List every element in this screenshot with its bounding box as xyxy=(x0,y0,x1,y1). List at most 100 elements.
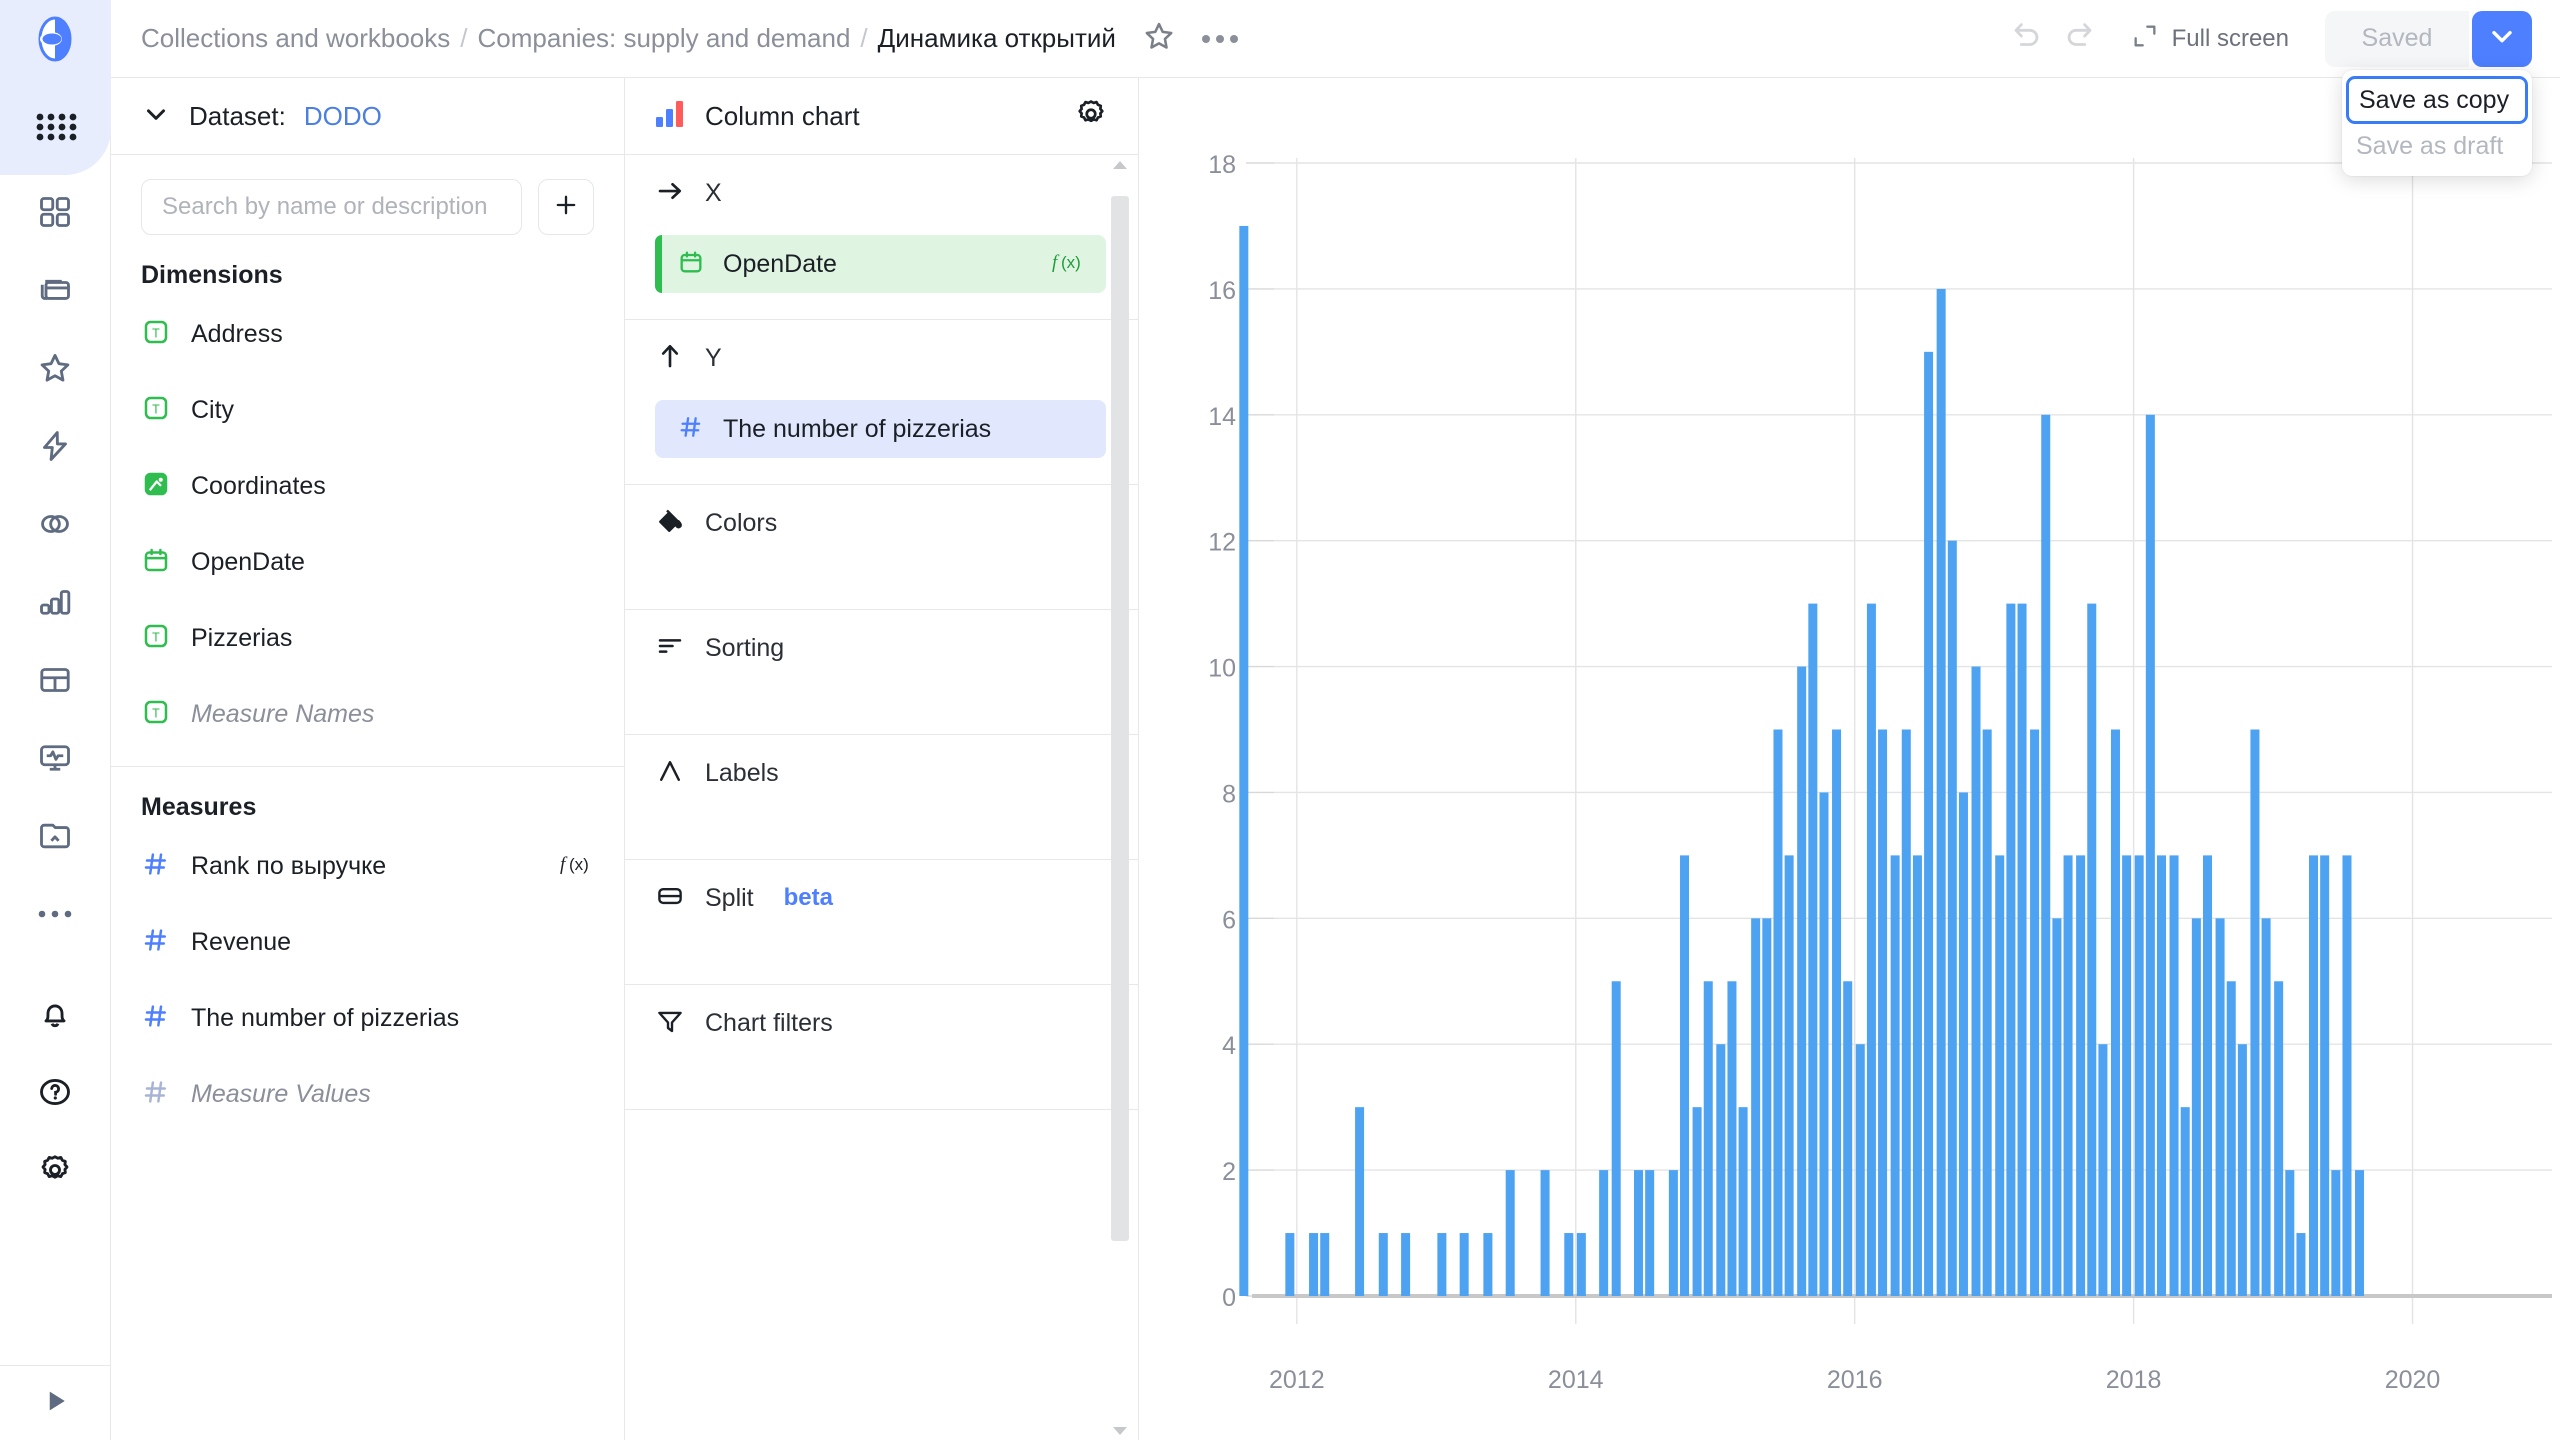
bar[interactable] xyxy=(1773,730,1782,1297)
scroll-down-arrow[interactable] xyxy=(1111,1422,1129,1440)
bar[interactable] xyxy=(2203,855,2212,1296)
viz-panel-scrollbar[interactable] xyxy=(1111,156,1129,1440)
bar[interactable] xyxy=(1506,1170,1515,1296)
favorite-star-button[interactable] xyxy=(1142,19,1176,58)
sidebar-item-collections[interactable] xyxy=(0,253,111,331)
bar[interactable] xyxy=(1239,226,1248,1296)
bar[interactable] xyxy=(1739,1107,1748,1296)
viz-section-header[interactable]: Labels xyxy=(625,735,1138,811)
bar[interactable] xyxy=(1983,730,1992,1297)
chart-type-label[interactable]: Column chart xyxy=(705,101,860,132)
bar[interactable] xyxy=(1819,792,1828,1296)
bar[interactable] xyxy=(2064,855,2073,1296)
list-item[interactable]: Rank по выручке f (x) xyxy=(111,828,624,904)
bar[interactable] xyxy=(2342,855,2351,1296)
bar[interactable] xyxy=(2157,855,2166,1296)
bar[interactable] xyxy=(2006,604,2015,1296)
bar[interactable] xyxy=(2087,604,2096,1296)
list-item[interactable]: T Address xyxy=(111,296,624,372)
bar[interactable] xyxy=(2076,855,2085,1296)
breadcrumb-item-collections[interactable]: Collections and workbooks xyxy=(141,23,450,54)
list-item[interactable]: T City xyxy=(111,372,624,448)
list-item[interactable]: The number of pizzerias xyxy=(111,980,624,1056)
undo-button[interactable] xyxy=(2001,13,2053,65)
viz-section-empty-dropzone[interactable] xyxy=(625,561,1138,609)
more-actions-button[interactable] xyxy=(1202,35,1238,43)
bar[interactable] xyxy=(2018,604,2027,1296)
bar[interactable] xyxy=(2285,1170,2294,1296)
bar[interactable] xyxy=(1285,1233,1294,1296)
sidebar-item-notifications[interactable] xyxy=(0,977,111,1055)
bar[interactable] xyxy=(2331,1170,2340,1296)
sidebar-item-datasets[interactable] xyxy=(0,487,111,565)
sidebar-item-help[interactable] xyxy=(0,1055,111,1133)
sidebar-item-favorites[interactable] xyxy=(0,331,111,409)
bar[interactable] xyxy=(1995,855,2004,1296)
bar[interactable] xyxy=(1541,1170,1550,1296)
bar[interactable] xyxy=(2238,1044,2247,1296)
bar[interactable] xyxy=(2216,918,2225,1296)
bar[interactable] xyxy=(1856,1044,1865,1296)
add-field-button[interactable] xyxy=(538,179,594,235)
bar[interactable] xyxy=(1843,981,1852,1296)
sidebar-item-uploads[interactable] xyxy=(0,799,111,877)
sidebar-item-settings[interactable] xyxy=(0,1133,111,1211)
bar[interactable] xyxy=(1437,1233,1446,1296)
list-item[interactable]: T Measure Names xyxy=(111,676,624,752)
viz-section-header[interactable]: Split beta xyxy=(625,860,1138,936)
bar[interactable] xyxy=(1309,1233,1318,1296)
bar[interactable] xyxy=(1634,1170,1643,1296)
sidebar-item-navigation[interactable] xyxy=(0,175,111,253)
bar[interactable] xyxy=(1483,1233,1492,1296)
bar[interactable] xyxy=(1937,289,1946,1296)
viz-section-header[interactable]: Chart filters xyxy=(625,985,1138,1061)
bar[interactable] xyxy=(2030,730,2039,1297)
grid-dots-icon[interactable] xyxy=(0,78,111,175)
bar[interactable] xyxy=(2192,918,2201,1296)
scrollbar-thumb[interactable] xyxy=(1111,196,1129,1241)
chart-canvas[interactable]: 02468101214161820122014201620182020 xyxy=(1139,78,2560,1440)
scroll-up-arrow[interactable] xyxy=(1111,156,1129,174)
sidebar-item-monitoring[interactable] xyxy=(0,721,111,799)
viz-section-header[interactable]: Colors xyxy=(625,485,1138,561)
menu-item-save-as-copy[interactable]: Save as copy xyxy=(2346,76,2528,124)
bar[interactable] xyxy=(2122,855,2131,1296)
redo-button[interactable] xyxy=(2053,13,2105,65)
bar[interactable] xyxy=(1645,1170,1654,1296)
bar[interactable] xyxy=(2309,855,2318,1296)
bar[interactable] xyxy=(1564,1233,1573,1296)
bar[interactable] xyxy=(1972,667,1981,1296)
sidebar-item-more[interactable] xyxy=(0,877,111,955)
bar[interactable] xyxy=(1762,918,1771,1296)
viz-section-header[interactable]: X xyxy=(625,155,1138,231)
bar[interactable] xyxy=(1577,1233,1586,1296)
bar[interactable] xyxy=(1401,1233,1410,1296)
bar[interactable] xyxy=(2181,1107,2190,1296)
field-chip-number-of-pizzerias[interactable]: The number of pizzerias xyxy=(655,400,1106,458)
list-item[interactable]: Coordinates xyxy=(111,448,624,524)
bar[interactable] xyxy=(1460,1233,1469,1296)
bar[interactable] xyxy=(1320,1233,1329,1296)
bar[interactable] xyxy=(1693,1107,1702,1296)
bar[interactable] xyxy=(1751,918,1760,1296)
viz-section-empty-dropzone[interactable] xyxy=(625,1061,1138,1109)
bar[interactable] xyxy=(2320,855,2329,1296)
bar[interactable] xyxy=(1355,1107,1364,1296)
field-chip-opendate[interactable]: OpenDate f (x) xyxy=(655,235,1106,293)
save-dropdown-toggle[interactable] xyxy=(2472,11,2532,67)
bar[interactable] xyxy=(1902,730,1911,1297)
bar[interactable] xyxy=(2146,415,2155,1296)
bar[interactable] xyxy=(1379,1233,1388,1296)
bar[interactable] xyxy=(2296,1233,2305,1296)
bar[interactable] xyxy=(2227,981,2236,1296)
bar[interactable] xyxy=(2262,918,2271,1296)
bar[interactable] xyxy=(1785,855,1794,1296)
bar[interactable] xyxy=(1948,541,1957,1296)
bar[interactable] xyxy=(1599,1170,1608,1296)
bar[interactable] xyxy=(1924,352,1933,1296)
search-input[interactable] xyxy=(162,193,501,221)
bar[interactable] xyxy=(2098,1044,2107,1296)
bar[interactable] xyxy=(2052,918,2061,1296)
fullscreen-button[interactable]: Full screen xyxy=(2117,13,2303,65)
bar[interactable] xyxy=(2250,730,2259,1297)
